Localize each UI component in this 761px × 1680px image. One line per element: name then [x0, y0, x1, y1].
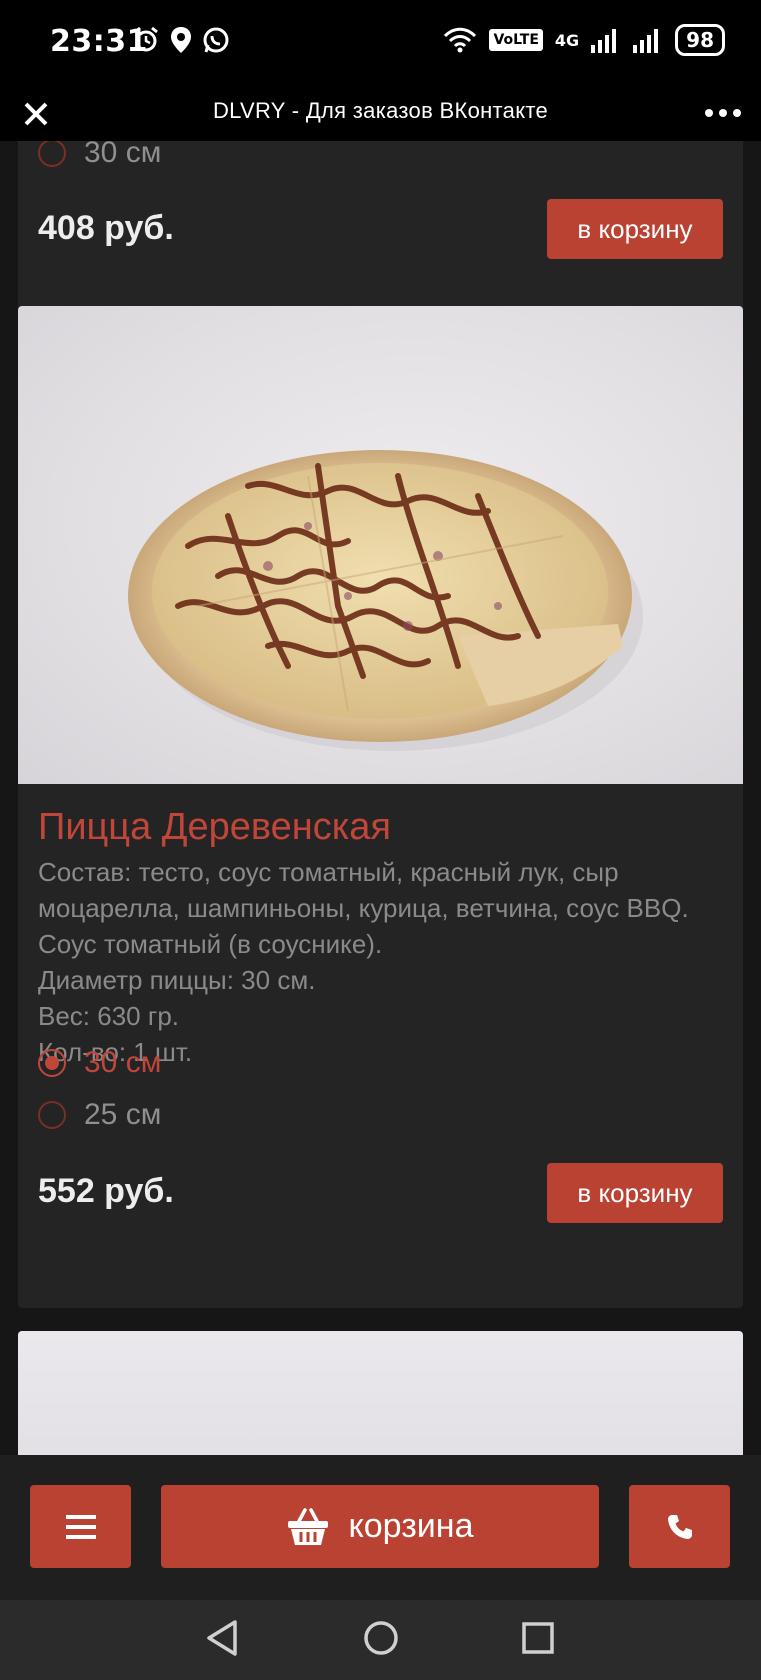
phone-icon — [667, 1514, 692, 1539]
cart-button[interactable]: корзина — [161, 1485, 599, 1568]
product-card-next — [18, 1331, 743, 1455]
whatsapp-icon — [203, 27, 229, 53]
product-price: 552 руб. — [38, 1172, 174, 1210]
cart-label: корзина — [348, 1507, 474, 1545]
size-option-label: 30 см — [84, 141, 162, 169]
app-title-bar: DLVRY - Для заказов ВКонтакте — [0, 86, 761, 141]
shopping-basket-icon — [287, 1507, 328, 1545]
radio-button[interactable] — [38, 1101, 66, 1129]
home-icon[interactable] — [362, 1618, 400, 1658]
radio-button-selected[interactable] — [38, 1049, 66, 1077]
product-ingredients: Состав: тесто, соус томатный, красный лу… — [38, 857, 689, 959]
menu-icon — [65, 1514, 96, 1539]
size-option-label: 30 см — [84, 1046, 162, 1079]
back-icon[interactable] — [205, 1618, 241, 1658]
wifi-icon — [444, 27, 477, 53]
alarm-icon — [134, 26, 158, 52]
product-image[interactable] — [18, 1331, 743, 1455]
product-name: Пицца Деревенская — [38, 806, 391, 848]
signal-icon-sim1 — [591, 29, 617, 53]
system-navigation-bar — [0, 1600, 761, 1680]
product-image[interactable] — [18, 306, 743, 784]
status-bar: 23:31 VoLTE 4G 98 — [0, 0, 761, 86]
product-diameter: Диаметр пиццы: 30 см. — [38, 965, 316, 995]
battery-indicator: 98 — [675, 24, 725, 56]
volte-badge: VoLTE — [489, 29, 543, 51]
call-button[interactable] — [629, 1485, 730, 1568]
size-option-25[interactable]: 25 см — [38, 1098, 161, 1132]
page-title: DLVRY - Для заказов ВКонтакте — [212, 98, 549, 123]
location-icon — [171, 27, 191, 53]
recents-icon[interactable] — [520, 1618, 556, 1658]
size-option[interactable]: 30 см — [38, 141, 161, 170]
product-list[interactable]: 30 см 408 руб. в корзину Пицца Деревенск… — [0, 141, 761, 1455]
size-option-label: 25 см — [84, 1098, 162, 1131]
product-card: Пицца Деревенская Состав: тесто, соус то… — [18, 306, 743, 1308]
add-to-cart-button[interactable]: в корзину — [547, 1163, 723, 1223]
signal-icon-sim2 — [633, 29, 659, 53]
product-description: Состав: тесто, соус томатный, красный лу… — [38, 854, 728, 1070]
pizza-image — [128, 450, 643, 751]
menu-button[interactable] — [30, 1485, 131, 1568]
more-options-icon[interactable] — [703, 100, 743, 126]
bottom-action-bar: корзина — [0, 1455, 761, 1600]
product-weight: Вес: 630 гр. — [38, 1001, 180, 1031]
product-price: 408 руб. — [38, 209, 174, 247]
size-option-30[interactable]: 30 см — [38, 1046, 161, 1080]
add-to-cart-button[interactable]: в корзину — [547, 199, 723, 259]
radio-button[interactable] — [38, 141, 66, 167]
network-type: 4G — [554, 30, 580, 50]
